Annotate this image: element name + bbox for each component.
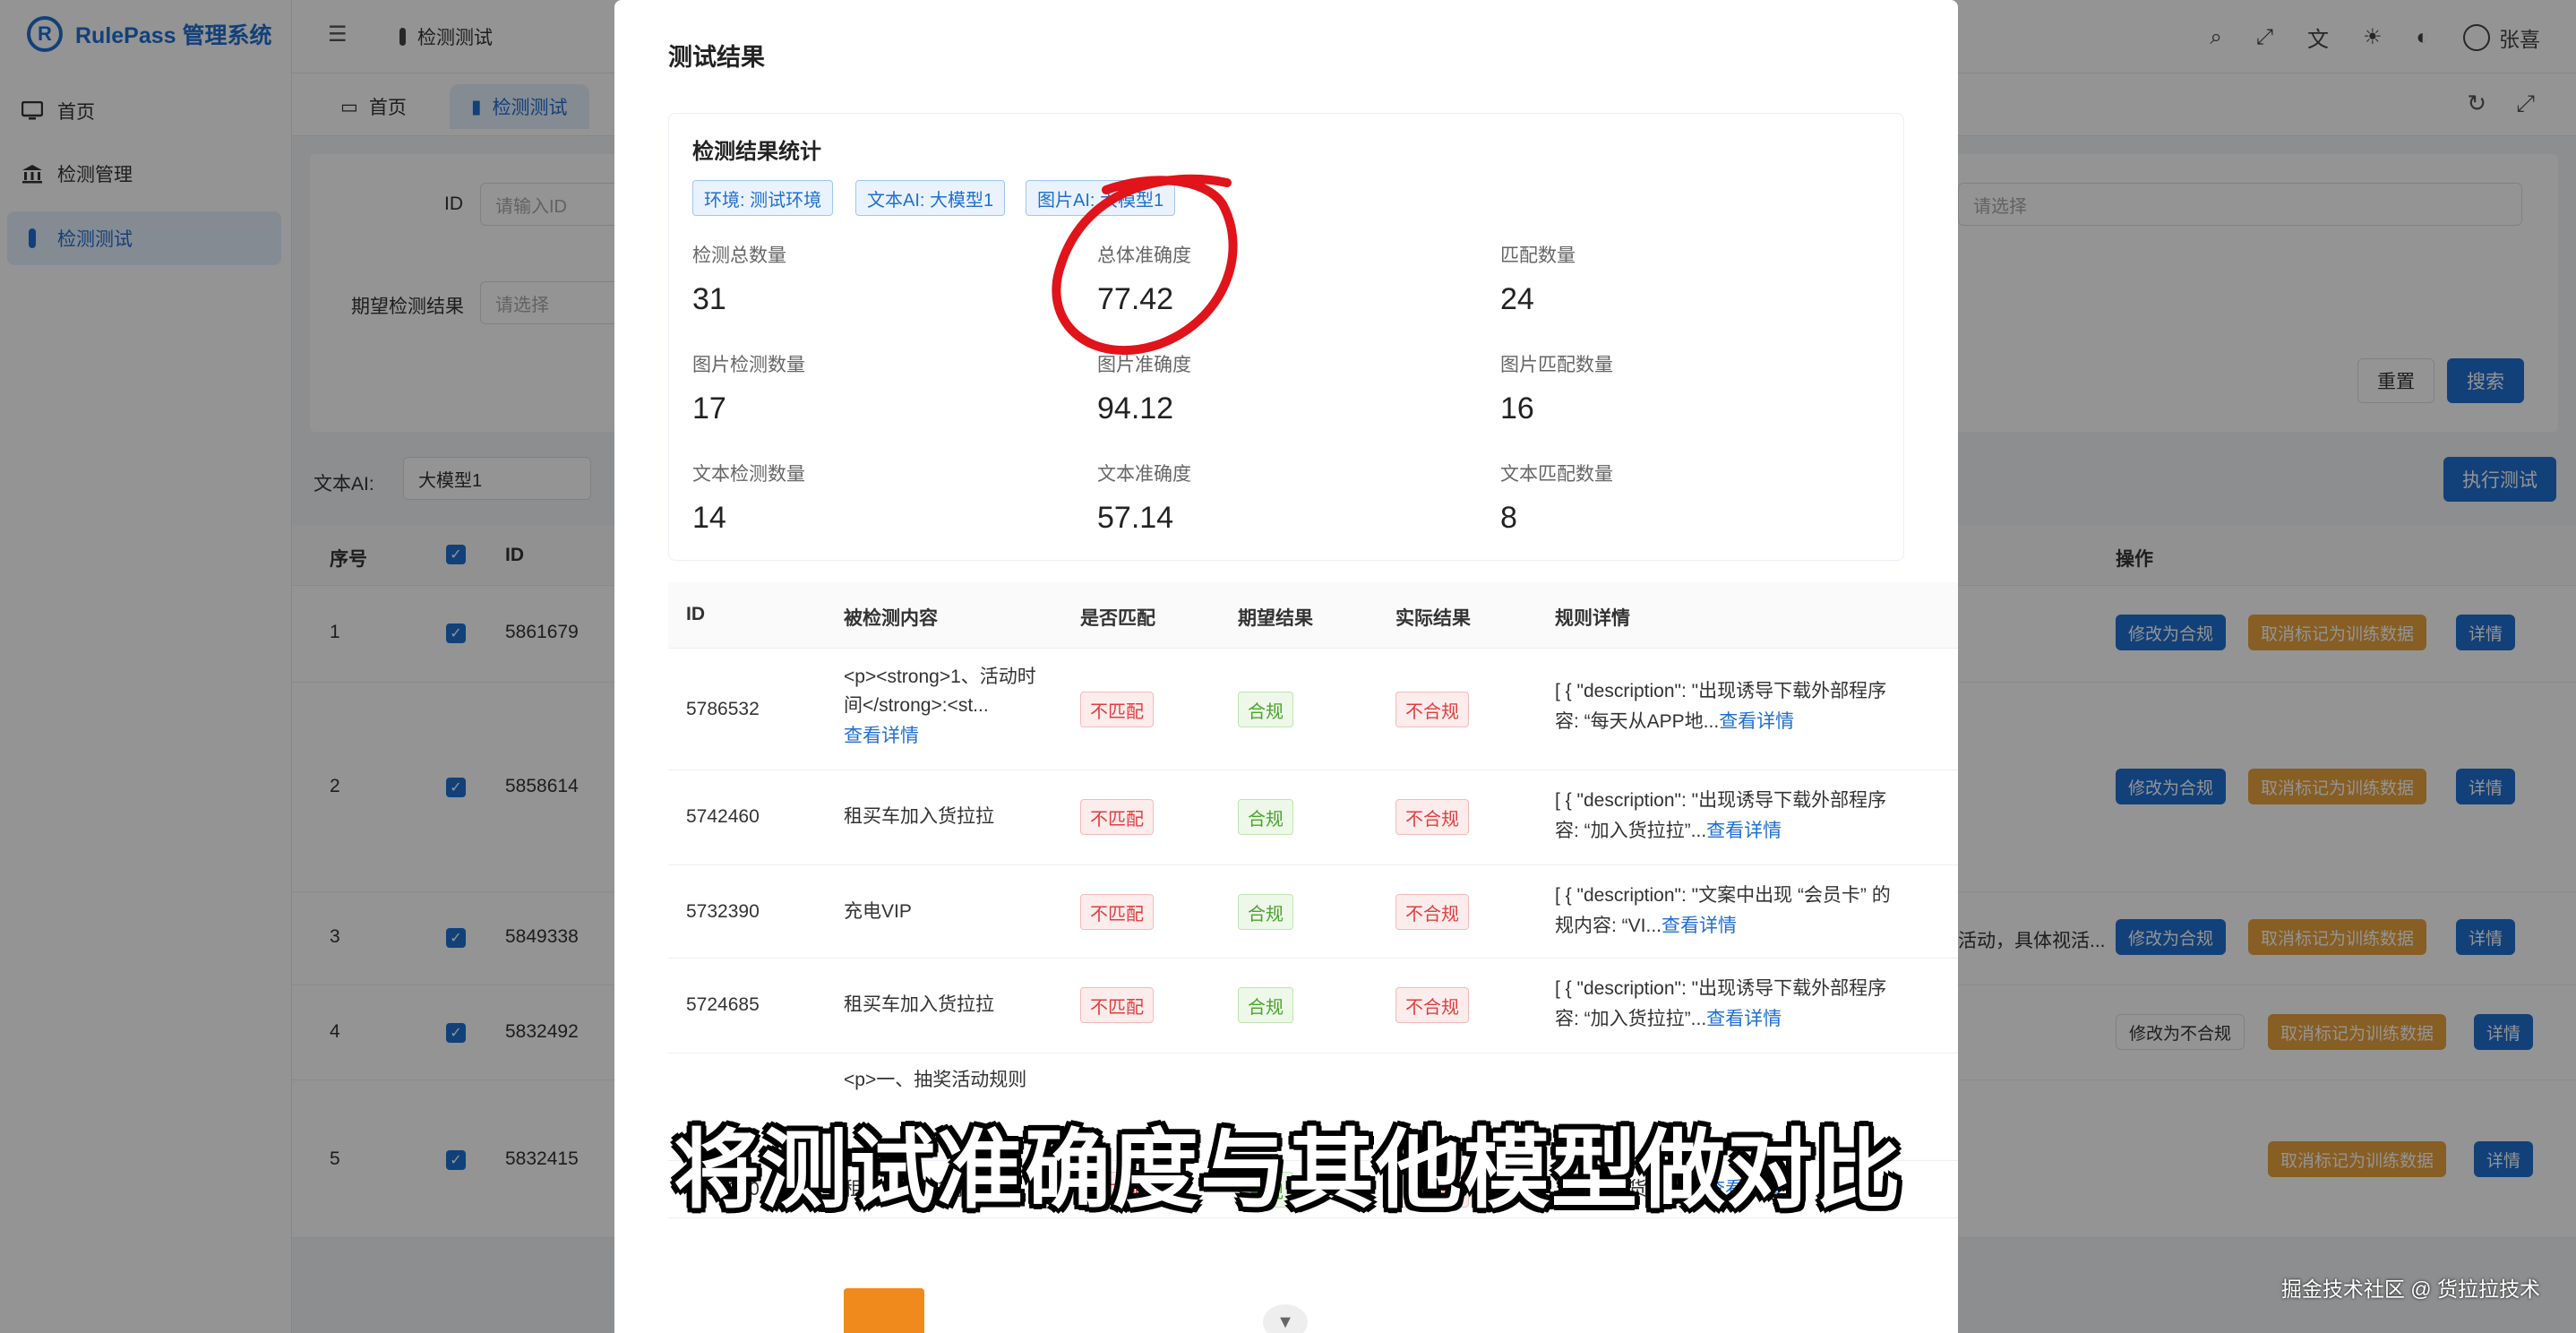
env-tag: 环境: 测试环境 <box>692 180 834 216</box>
header-content: 被检测内容 <box>844 608 938 629</box>
view-detail-link[interactable]: 查看详情 <box>1706 1009 1782 1029</box>
row-content: 租买车加入货拉拉 <box>844 806 994 827</box>
stat-value: 16 <box>1500 391 1534 426</box>
chevron-down-icon[interactable]: ▼ <box>1263 1304 1308 1333</box>
stat-label: 文本检测数量 <box>692 464 805 485</box>
annotation-circle <box>1052 174 1238 356</box>
rule-detail: 容: “每天从APP地...查看详情 <box>1555 711 1795 732</box>
row-content: <p><strong>1、活动时 <box>844 666 1036 687</box>
stat-value: 31 <box>692 282 726 316</box>
header-id: ID <box>686 604 705 624</box>
actual-badge: 不合规 <box>1395 692 1469 727</box>
row-id: 5732390 <box>686 901 760 922</box>
row-content: 间</strong>:<st... <box>844 695 989 716</box>
match-badge: 不匹配 <box>1080 894 1154 930</box>
view-detail-link[interactable]: 查看详情 <box>1706 821 1782 841</box>
thumbnail-image <box>844 1288 924 1333</box>
text-ai-tag: 文本AI: 大模型1 <box>855 180 1006 216</box>
row-id: 5724685 <box>686 994 760 1015</box>
row-content: 充电VIP <box>844 901 912 922</box>
rule-detail: [ { "description": "出现诱导下载外部程序 <box>1555 978 1887 999</box>
rule-detail: [ { "description": "出现诱导下载外部程序 <box>1555 790 1887 811</box>
result-table-header: ID 被检测内容 是否匹配 期望结果 实际结果 规则详情 <box>668 582 1958 649</box>
row-id: 5742460 <box>686 806 760 827</box>
stat-value: 14 <box>692 501 726 535</box>
match-badge: 不匹配 <box>1080 987 1154 1023</box>
table-row: 5732390 充电VIP 不匹配 合规 不合规 [ { "descriptio… <box>668 865 1958 959</box>
table-row: 5786532 <p><strong>1、活动时 间</strong>:<st.… <box>668 649 1958 770</box>
rule-detail: [ { "description": "出现诱导下载外部程序 <box>1555 681 1887 701</box>
table-row: 5742460 租买车加入货拉拉 不匹配 合规 不合规 [ { "descrip… <box>668 770 1958 865</box>
expected-badge: 合规 <box>1238 799 1293 835</box>
stat-value: 57.14 <box>1097 501 1174 535</box>
header-match: 是否匹配 <box>1080 608 1155 629</box>
expected-badge: 合规 <box>1238 894 1293 930</box>
watermark: 掘金技术社区 @ 货拉拉技术 <box>2280 1277 2540 1301</box>
stat-label: 文本准确度 <box>1097 464 1191 485</box>
row-content: <p>一、抽奖活动规则 <box>844 1070 1027 1090</box>
rule-detail: 规内容: “VI...查看详情 <box>1555 916 1738 936</box>
match-badge: 不匹配 <box>1080 692 1154 727</box>
view-detail-link[interactable]: 查看详情 <box>844 722 919 751</box>
stat-label: 图片匹配数量 <box>1500 355 1613 375</box>
actual-badge: 不合规 <box>1395 894 1469 930</box>
row-content: 租买车加入货拉拉 <box>844 994 994 1015</box>
stat-label: 文本匹配数量 <box>1500 464 1613 485</box>
row-id: 5786532 <box>686 699 760 719</box>
stat-label: 图片检测数量 <box>692 355 805 375</box>
stat-label: 匹配数量 <box>1500 245 1576 266</box>
actual-badge: 不合规 <box>1395 799 1469 835</box>
view-detail-link[interactable]: 查看详情 <box>1662 916 1737 936</box>
rule-detail: [ { "description": "文案中出现 “会员卡” 的 <box>1555 885 1891 906</box>
header-expected: 期望结果 <box>1238 608 1313 629</box>
stat-value: 17 <box>692 391 726 426</box>
stat-label: 检测总数量 <box>692 245 786 266</box>
rule-detail: 容: “加入货拉拉”...查看详情 <box>1555 821 1782 841</box>
table-row: 5724685 租买车加入货拉拉 不匹配 合规 不合规 [ { "descrip… <box>668 959 1958 1054</box>
header-actual: 实际结果 <box>1395 608 1471 629</box>
actual-badge: 不合规 <box>1395 987 1469 1023</box>
video-subtitle: 将测试准确度与其他模型做对比 <box>674 1122 1902 1218</box>
stats-title: 检测结果统计 <box>692 140 821 164</box>
view-detail-link[interactable]: 查看详情 <box>1719 711 1794 732</box>
match-badge: 不匹配 <box>1080 799 1154 835</box>
expected-badge: 合规 <box>1238 692 1293 727</box>
modal-title: 测试结果 <box>668 44 765 71</box>
expected-badge: 合规 <box>1238 987 1293 1023</box>
stat-value: 94.12 <box>1097 391 1174 426</box>
stats-panel: 检测结果统计 环境: 测试环境 文本AI: 大模型1 图片AI: 大模型1 检测… <box>668 113 1904 561</box>
stat-value: 24 <box>1500 282 1534 316</box>
rule-detail: 容: “加入货拉拉”...查看详情 <box>1555 1009 1782 1029</box>
stat-value: 8 <box>1500 501 1517 535</box>
header-rule-detail: 规则详情 <box>1555 608 1630 629</box>
